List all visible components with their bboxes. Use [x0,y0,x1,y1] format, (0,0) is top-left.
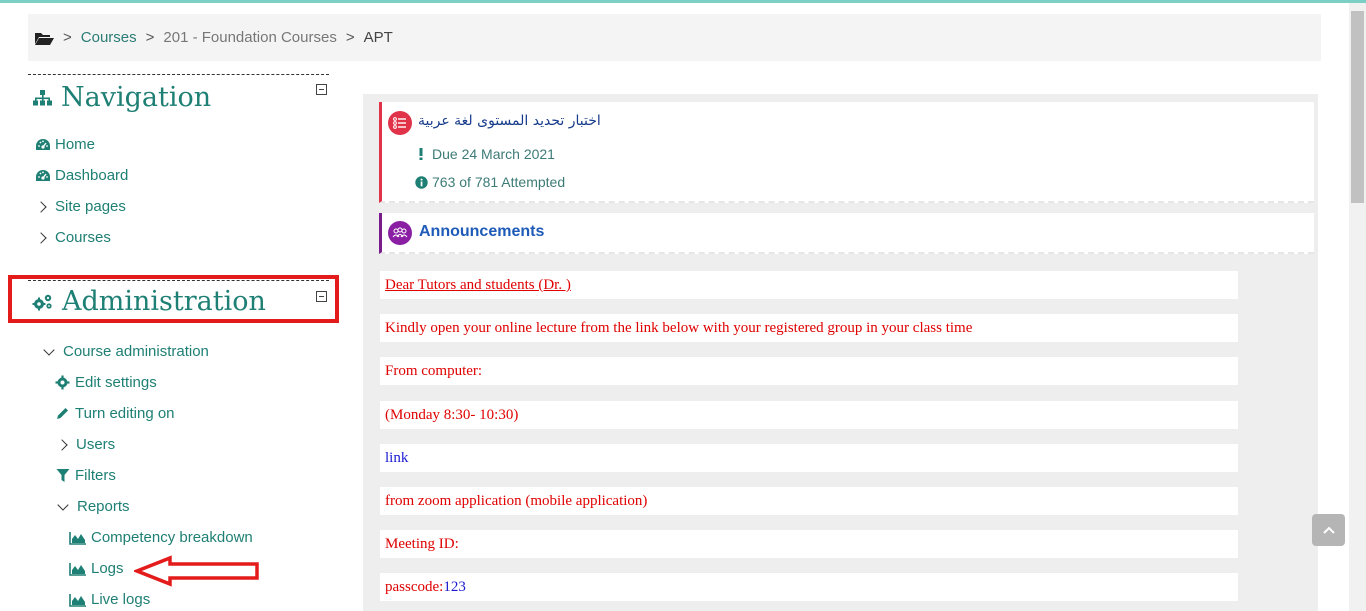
report-item-logs[interactable]: Logs [68,560,124,577]
exclamation-icon [414,147,428,161]
top-accent-line [0,0,1366,3]
collapse-navigation-button[interactable] [316,84,327,95]
nav-item-dashboard[interactable]: Dashboard [34,167,128,184]
breadcrumb: > Courses > 201 - Foundation Courses > A… [28,14,1321,61]
page-scrollbar[interactable] [1349,3,1366,611]
report-item-competency-breakdown[interactable]: Competency breakdown [68,529,253,546]
announcement-line: From computer: [380,357,1238,385]
area-chart-icon [68,560,87,577]
activity-quiz[interactable]: اختبار تحديد المستوى لغة عربية Due 24 Ma… [379,102,1314,203]
chevron-right-icon [56,438,68,451]
filter-icon [54,467,71,484]
scrollbar-thumb[interactable] [1351,11,1364,203]
announcement-line: Kindly open your online lecture from the… [380,314,1238,342]
admin-item-label: Users [76,436,116,453]
chevron-up-icon [1322,526,1335,534]
chevron-down-icon [57,498,69,511]
activity-announcements[interactable]: Announcements [379,213,1314,254]
attempted-text[interactable]: 763 of 781 Attempted [432,174,565,190]
red-arrow-annotation [132,555,260,587]
admin-item-reports[interactable]: Reports [57,498,130,515]
sitemap-icon [33,89,52,105]
nav-item-label: Dashboard [55,167,129,184]
chevron-down-icon [43,343,55,356]
forum-icon [388,221,412,245]
activity-attempted: 763 of 781 Attempted [414,174,565,190]
info-icon [414,175,428,189]
admin-item-edit-settings[interactable]: Edit settings [54,374,157,391]
announcement-line: Meeting ID: [380,530,1238,558]
passcode-value: 123 [443,579,466,595]
report-item-label: Logs [91,560,124,577]
report-item-label: Live logs [91,591,151,608]
administration-block-title: Administration [32,286,266,317]
block-divider [28,74,329,75]
gears-icon [32,294,52,310]
zoom-link[interactable]: link [385,450,408,466]
report-item-live-logs[interactable]: Live logs [68,591,150,608]
nav-item-label: Site pages [55,198,126,215]
navigation-title: Navigation [61,82,212,113]
chevron-right-icon [35,231,47,244]
left-sidebar: Navigation Home Dashboard Site pages Cou… [8,72,339,611]
breadcrumb-foundation-courses[interactable]: 201 - Foundation Courses [163,29,336,46]
breadcrumb-separator: > [63,29,72,46]
announcement-line: (Monday 8:30- 10:30) [380,401,1238,429]
admin-item-label: Filters [75,467,116,484]
administration-title: Administration [62,286,266,317]
course-administration-toggle[interactable]: Course administration [43,343,209,360]
gear-icon [54,374,71,391]
due-date-text: Due 24 March 2021 [432,146,555,162]
breadcrumb-separator: > [145,29,155,46]
nav-item-site-pages[interactable]: Site pages [35,198,126,215]
announcement-line: link [380,444,1238,472]
admin-item-filters[interactable]: Filters [54,467,116,484]
quiz-icon [388,111,412,135]
report-item-label: Competency breakdown [91,529,253,546]
nav-item-label: Home [55,136,96,153]
pencil-icon [54,405,71,422]
area-chart-icon [68,591,87,608]
nav-item-home[interactable]: Home [34,136,95,153]
chevron-right-icon [35,200,47,213]
activity-due-date: Due 24 March 2021 [414,146,555,162]
admin-item-label: Reports [77,498,130,515]
passcode-label: passcode: [385,579,444,595]
dashboard-icon [34,167,51,184]
breadcrumb-separator: > [345,29,355,46]
breadcrumb-courses[interactable]: Courses [81,29,137,46]
area-chart-icon [68,529,87,546]
admin-item-users[interactable]: Users [56,436,116,453]
announcement-line: from zoom application (mobile applicatio… [380,487,1238,515]
back-to-top-button[interactable] [1312,514,1345,546]
admin-item-label: Edit settings [75,374,157,391]
activity-title[interactable]: اختبار تحديد المستوى لغة عربية [418,113,601,129]
course-administration-label: Course administration [63,343,209,360]
admin-item-turn-editing-on[interactable]: Turn editing on [54,405,175,422]
breadcrumb-current-course: APT [363,29,393,46]
announcements-title[interactable]: Announcements [419,223,544,241]
nav-item-courses[interactable]: Courses [35,229,111,246]
navigation-block-title: Navigation [32,82,211,113]
admin-item-label: Turn editing on [75,405,175,422]
dashboard-icon [34,136,51,153]
announcement-line[interactable]: Dear Tutors and students (Dr. ) [380,271,1238,299]
nav-item-label: Courses [55,229,111,246]
announcement-line: passcode:123 [380,573,1238,601]
folder-open-icon[interactable] [34,30,54,46]
